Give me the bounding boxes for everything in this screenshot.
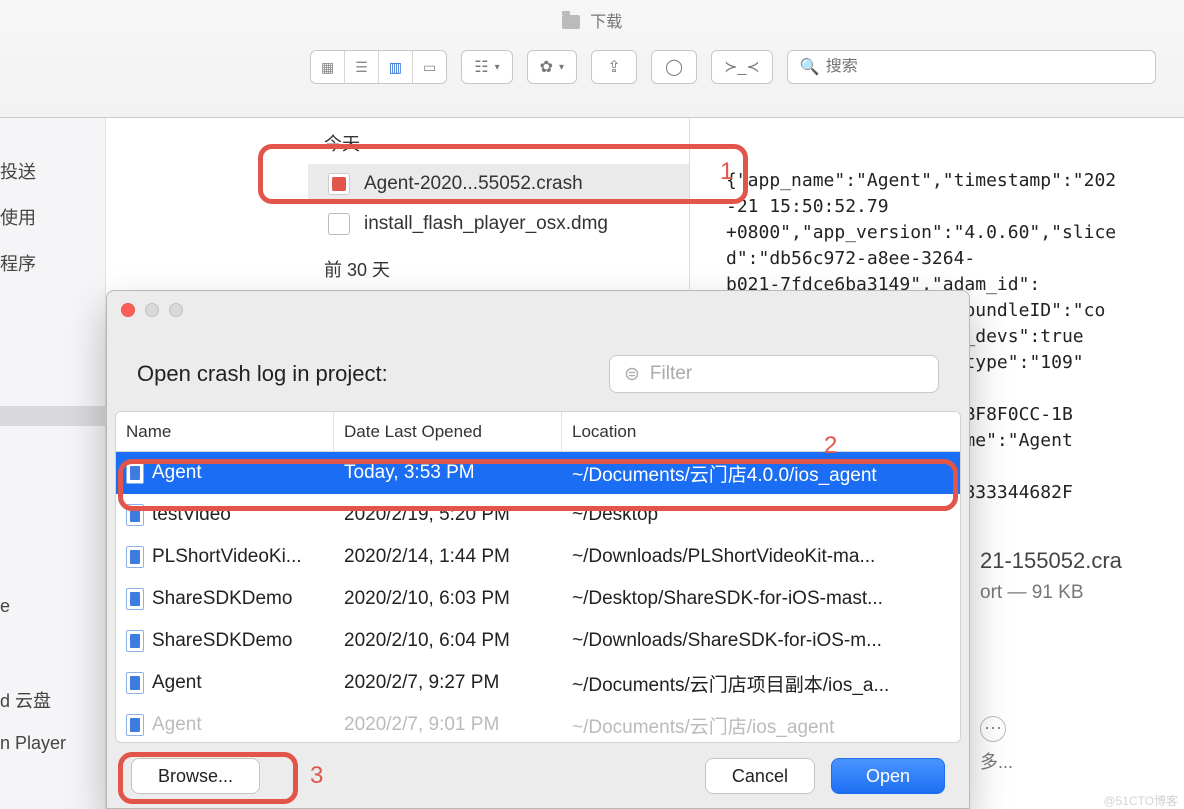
cell-location: ~/Documents/云门店/ios_agent — [562, 712, 960, 739]
preview-more[interactable]: ⋯ 多... — [980, 716, 1013, 774]
preview-filename-text: 21-155052.cra — [980, 548, 1122, 574]
filter-placeholder: Filter — [650, 363, 692, 385]
view-column-icon[interactable]: ▥ — [379, 51, 413, 83]
cell-location: ~/Desktop/ShareSDK-for-iOS-mast... — [562, 588, 960, 610]
cell-location: ~/Documents/云门店项目副本/ios_a... — [562, 670, 960, 697]
view-icon-icon[interactable]: ▦ — [311, 51, 345, 83]
more-icon: ⋯ — [980, 716, 1006, 742]
sidebar-item[interactable]: d 云盘 — [0, 677, 105, 723]
cell-location: ~/Downloads/PLShortVideoKit-ma... — [562, 546, 960, 568]
cell-date: 2020/2/7, 9:01 PM — [334, 714, 562, 736]
path-button[interactable]: ≻_≺ — [711, 50, 773, 84]
file-name: install_flash_player_osx.dmg — [364, 213, 608, 235]
cell-name: PLShortVideoKi... — [152, 546, 302, 568]
open-crash-dialog: Open crash log in project: ⊜ Filter Name… — [106, 290, 970, 809]
open-button[interactable]: Open — [831, 758, 945, 794]
cell-date: 2020/2/10, 6:03 PM — [334, 588, 562, 610]
sidebar-item[interactable] — [0, 406, 105, 426]
annotation-box-2 — [118, 459, 958, 511]
project-icon — [126, 630, 144, 652]
view-list-icon[interactable]: ☰ — [345, 51, 379, 83]
filter-icon: ⊜ — [624, 363, 640, 386]
zoom-icon — [169, 303, 183, 317]
search-input[interactable] — [826, 58, 1143, 76]
sidebar-item[interactable]: 使用 — [0, 194, 105, 240]
project-icon — [126, 672, 144, 694]
file-row[interactable]: install_flash_player_osx.dmg — [308, 204, 689, 244]
watermark: @51CTO博客 — [1103, 792, 1178, 809]
preview-subtitle: ort — 91 KB — [980, 582, 1122, 604]
arrange-button[interactable]: ☷▾ — [461, 50, 512, 84]
col-location[interactable]: Location — [562, 412, 960, 451]
preview-filename: 21-155052.cra ort — 91 KB — [980, 548, 1122, 604]
sidebar-item[interactable]: 投送 — [0, 148, 105, 194]
filter-field[interactable]: ⊜ Filter — [609, 355, 939, 393]
project-icon — [126, 546, 144, 568]
project-icon — [126, 588, 144, 610]
section-last30: 前 30 天 — [308, 244, 689, 290]
view-gallery-icon[interactable]: ▭ — [413, 51, 446, 83]
table-row[interactable]: ShareSDKDemo 2020/2/10, 6:04 PM ~/Downlo… — [116, 620, 960, 662]
view-mode-group[interactable]: ▦ ☰ ▥ ▭ — [310, 50, 447, 84]
dialog-title: Open crash log in project: — [137, 361, 388, 387]
col-date[interactable]: Date Last Opened — [334, 412, 562, 451]
finder-toolbar: 下载 ▦ ☰ ▥ ▭ ☷▾ ✿▾ ⇪ ◯ ≻_≺ 🔍 — [0, 0, 1184, 118]
cell-date: 2020/2/14, 1:44 PM — [334, 546, 562, 568]
share-button[interactable]: ⇪ — [591, 50, 637, 84]
dmg-file-icon — [328, 213, 350, 235]
search-icon: 🔍 — [800, 57, 820, 77]
folder-icon — [562, 15, 580, 29]
table-row[interactable]: PLShortVideoKi... 2020/2/14, 1:44 PM ~/D… — [116, 536, 960, 578]
window-controls[interactable] — [107, 291, 969, 329]
minimize-icon — [145, 303, 159, 317]
col-name[interactable]: Name — [116, 412, 334, 451]
action-button[interactable]: ✿▾ — [527, 50, 577, 84]
annotation-box-3 — [118, 752, 298, 804]
sidebar-item[interactable]: n Player — [0, 723, 105, 764]
finder-sidebar: 投送 使用 程序 e d 云盘 n Player — [0, 118, 106, 809]
project-icon — [126, 714, 144, 736]
cell-location: ~/Downloads/ShareSDK-for-iOS-m... — [562, 630, 960, 652]
search-field[interactable]: 🔍 — [787, 50, 1156, 84]
table-row[interactable]: ShareSDKDemo 2020/2/10, 6:03 PM ~/Deskto… — [116, 578, 960, 620]
tags-button[interactable]: ◯ — [651, 50, 697, 84]
annotation-box-1 — [258, 144, 748, 204]
cell-date: 2020/2/7, 9:27 PM — [334, 672, 562, 694]
cell-name: Agent — [152, 672, 202, 694]
cell-date: 2020/2/10, 6:04 PM — [334, 630, 562, 652]
more-label: 多... — [980, 752, 1013, 772]
sidebar-item[interactable]: 程序 — [0, 240, 105, 286]
cell-name: ShareSDKDemo — [152, 630, 292, 652]
finder-title-text: 下载 — [590, 14, 622, 31]
cell-name: ShareSDKDemo — [152, 588, 292, 610]
annotation-number-3: 3 — [310, 762, 323, 790]
annotation-number-2: 2 — [824, 432, 837, 460]
table-row[interactable]: Agent 2020/2/7, 9:27 PM ~/Documents/云门店项… — [116, 662, 960, 704]
table-row[interactable]: Agent 2020/2/7, 9:01 PM ~/Documents/云门店/… — [116, 704, 960, 742]
annotation-number-1: 1 — [720, 158, 733, 186]
close-icon[interactable] — [121, 303, 135, 317]
cell-name: Agent — [152, 714, 202, 736]
sidebar-item[interactable]: e — [0, 586, 105, 627]
cancel-button[interactable]: Cancel — [705, 758, 815, 794]
toolbar-row: ▦ ☰ ▥ ▭ ☷▾ ✿▾ ⇪ ◯ ≻_≺ 🔍 — [0, 32, 1184, 84]
finder-title: 下载 — [0, 0, 1184, 32]
